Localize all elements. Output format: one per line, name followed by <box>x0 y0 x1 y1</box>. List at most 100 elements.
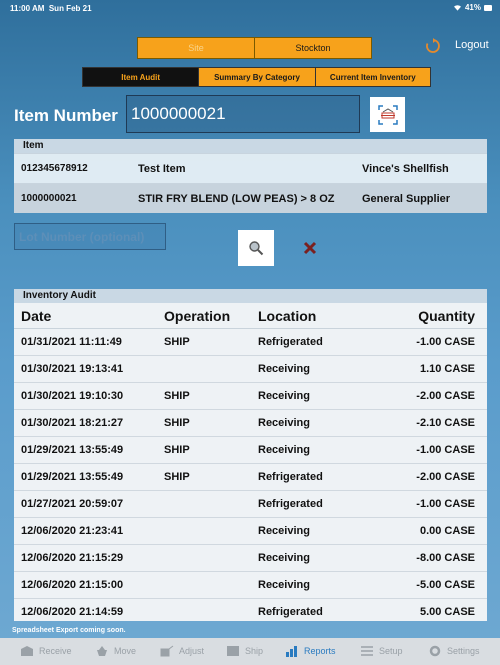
export-note: Spreadsheet Export coming soon. <box>12 627 126 634</box>
tab-current-item-inventory[interactable]: Current Item Inventory <box>315 68 430 86</box>
column-header-date: Date <box>21 307 52 324</box>
audit-date: 01/27/2021 20:59:07 <box>21 498 124 510</box>
audit-rows: 01/31/2021 11:11:49 SHIP Refrigerated -1.00… <box>14 329 487 621</box>
logout-button[interactable]: Logout <box>455 39 489 51</box>
audit-quantity: 0.00 CASE <box>419 525 475 537</box>
audit-date: 01/30/2021 18:21:27 <box>21 417 124 429</box>
item-number-label: Item Number <box>14 106 118 125</box>
audit-location: Refrigerated <box>258 336 323 348</box>
tabbar-label: Reports <box>304 646 336 656</box>
audit-quantity: -1.00 CASE <box>416 336 475 348</box>
audit-quantity: -2.10 CASE <box>416 417 475 429</box>
audit-title: Inventory Audit <box>14 289 487 303</box>
adjust-icon <box>160 645 174 657</box>
table-row[interactable]: 01/30/2021 19:13:41 Receiving 1.10 CASE <box>14 356 487 383</box>
audit-quantity: 5.00 CASE <box>419 606 475 618</box>
audit-date: 12/06/2020 21:14:59 <box>21 606 124 618</box>
table-row[interactable]: 01/30/2021 19:10:30 SHIP Receiving -2.00 CA… <box>14 383 487 410</box>
audit-location: Refrigerated <box>258 606 323 618</box>
item-name: Test Item <box>138 162 186 175</box>
audit-quantity: -8.00 CASE <box>416 552 475 564</box>
item-row[interactable]: 012345678912 Test Item Vince's Shellfish <box>14 153 487 183</box>
column-header-location: Location <box>258 307 317 324</box>
audit-location: Receiving <box>258 363 310 375</box>
barcode-scan-button[interactable] <box>370 97 405 132</box>
audit-location: Receiving <box>258 525 310 537</box>
table-row[interactable]: 01/29/2021 13:55:49 SHIP Refrigerated -2.00… <box>14 464 487 491</box>
audit-operation: SHIP <box>164 417 190 429</box>
item-name: STIR FRY BLEND (LOW PEAS) > 8 OZ <box>138 192 335 205</box>
audit-header-row: Date Operation Location Quantity <box>14 303 487 329</box>
barcode-scan-icon <box>377 104 398 125</box>
tab-item-audit[interactable]: Item Audit <box>83 68 200 86</box>
tabbar-ship[interactable]: Ship <box>226 645 263 657</box>
table-row[interactable]: 01/31/2021 11:11:49 SHIP Refrigerated -1.00… <box>14 329 487 356</box>
refresh-icon[interactable] <box>425 38 441 54</box>
reports-icon <box>286 646 297 657</box>
item-code: 1000000021 <box>21 193 77 204</box>
tabbar-move[interactable]: Move <box>95 645 136 657</box>
table-row[interactable]: 01/29/2021 13:55:49 SHIP Receiving -1.00 CA… <box>14 437 487 464</box>
audit-location: Refrigerated <box>258 498 323 510</box>
table-row[interactable]: 12/06/2020 21:15:29 Receiving -8.00 CASE <box>14 545 487 572</box>
audit-date: 01/31/2021 11:11:49 <box>21 336 122 348</box>
audit-quantity: -1.00 CASE <box>416 498 475 510</box>
site-value[interactable]: Stockton <box>255 38 371 58</box>
tabbar-setup[interactable]: Setup <box>360 645 403 657</box>
audit-date: 01/30/2021 19:13:41 <box>21 363 124 375</box>
tab-summary-by-category[interactable]: Summary By Category <box>199 68 316 86</box>
audit-quantity: -1.00 CASE <box>416 444 475 456</box>
audit-date: 12/06/2020 21:23:41 <box>21 525 124 537</box>
tabbar-settings[interactable]: Settings <box>428 645 480 657</box>
audit-operation: SHIP <box>164 471 190 483</box>
column-header-operation: Operation <box>164 307 231 324</box>
item-number-input[interactable] <box>126 95 360 133</box>
site-selector[interactable]: Site Stockton <box>137 37 372 59</box>
move-icon <box>97 646 107 656</box>
audit-date: 01/30/2021 19:10:30 <box>21 390 124 402</box>
battery-icon <box>484 4 492 11</box>
tabbar-label: Receive <box>39 646 72 656</box>
audit-location: Receiving <box>258 444 310 456</box>
battery-percent: 41% <box>464 3 481 12</box>
table-row[interactable]: 12/06/2020 21:15:00 Receiving -5.00 CASE <box>14 572 487 599</box>
audit-date: 01/29/2021 13:55:49 <box>21 471 124 483</box>
item-row[interactable]: 1000000021 STIR FRY BLEND (LOW PEAS) > 8… <box>14 183 487 213</box>
lot-number-input[interactable] <box>14 223 166 250</box>
audit-location: Receiving <box>258 417 310 429</box>
tabbar-label: Ship <box>245 646 264 656</box>
table-row[interactable]: 01/27/2021 20:59:07 Refrigerated -1.00 CAS… <box>14 491 487 518</box>
wifi-icon <box>453 5 461 11</box>
audit-date: 12/06/2020 21:15:29 <box>21 552 124 564</box>
tabbar-label: Settings <box>447 646 480 656</box>
settings-icon <box>429 645 441 657</box>
tabbar-reports[interactable]: Reports <box>285 645 336 657</box>
table-row[interactable]: 01/30/2021 18:21:27 SHIP Receiving -2.10 CA… <box>14 410 487 437</box>
bottom-tab-bar: Receive Move Adjust Ship Reports Setup S… <box>0 638 500 665</box>
audit-location: Receiving <box>258 579 310 591</box>
status-time: 11:00 AM <box>10 4 45 13</box>
site-label: Site <box>138 38 255 58</box>
audit-quantity: 1.10 CASE <box>419 363 475 375</box>
item-table: Item 012345678912 Test Item Vince's Shel… <box>14 139 487 213</box>
search-icon <box>249 241 264 256</box>
tabbar-receive[interactable]: Receive <box>20 645 72 657</box>
audit-date: 12/06/2020 21:15:00 <box>21 579 124 591</box>
setup-icon <box>361 646 373 656</box>
table-row[interactable]: 12/06/2020 21:23:41 Receiving 0.00 CASE <box>14 518 487 545</box>
tabbar-label: Setup <box>379 646 403 656</box>
tabbar-label: Move <box>114 646 137 656</box>
search-button[interactable] <box>238 230 274 266</box>
audit-operation: SHIP <box>164 390 190 402</box>
clear-icon[interactable] <box>300 238 320 258</box>
audit-location: Refrigerated <box>258 471 323 483</box>
item-supplier: Vince's Shellfish <box>362 162 449 175</box>
tabbar-adjust[interactable]: Adjust <box>160 645 204 657</box>
status-date: Sun Feb 21 <box>48 4 92 13</box>
report-tabs: Item Audit Summary By Category Current I… <box>82 67 431 87</box>
audit-quantity: -2.00 CASE <box>416 390 475 402</box>
receive-icon <box>21 646 33 656</box>
table-row[interactable]: 12/06/2020 21:14:59 Refrigerated 5.00 CASE <box>14 599 487 621</box>
column-header-quantity: Quantity <box>418 307 475 324</box>
item-supplier: General Supplier <box>362 192 451 205</box>
